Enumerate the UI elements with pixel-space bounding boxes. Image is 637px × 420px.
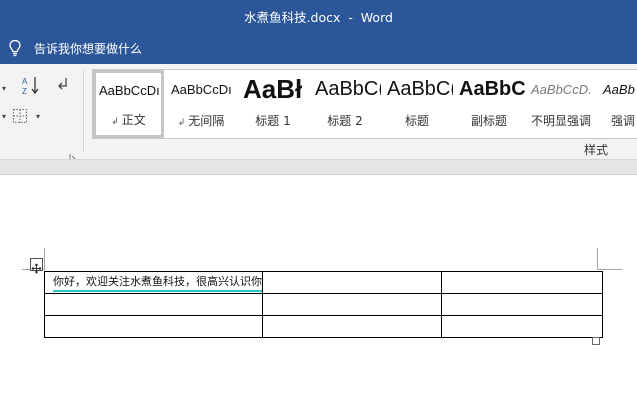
- style-preview: AaBbCcD.: [531, 82, 592, 97]
- lightbulb-icon: [7, 39, 23, 57]
- crop-mark: [597, 248, 598, 270]
- document-table: 你好，欢迎关注水煮鱼科技，很高兴认识你: [44, 271, 603, 338]
- table-row: [44, 293, 603, 316]
- style-label: ↲ 正文: [111, 113, 146, 127]
- svg-text:A: A: [22, 77, 28, 86]
- style-preview: AaBbC(: [315, 78, 381, 100]
- style-normal[interactable]: AaBbCcDı ↲ 正文: [93, 70, 164, 138]
- style-label: 不明显强调: [530, 114, 591, 128]
- table-cell[interactable]: [441, 315, 603, 338]
- borders-icon[interactable]: [12, 108, 28, 128]
- style-preview: AaBbCcDı: [99, 83, 160, 98]
- style-emphasis[interactable]: AaBb 强调: [597, 70, 637, 138]
- style-preview: AaBb: [603, 82, 635, 97]
- ribbon-bottom-bar: [0, 159, 637, 175]
- paragraph-mark-icon: ↲: [177, 118, 186, 128]
- style-label: 标题 2: [327, 114, 363, 128]
- cell-text: 你好，欢迎关注水煮鱼科技，很高兴认识你: [53, 274, 262, 292]
- group-divider: [83, 70, 84, 152]
- table-row: 你好，欢迎关注水煮鱼科技，很高兴认识你: [44, 271, 603, 294]
- show-marks-icon[interactable]: [55, 76, 71, 98]
- svg-text:Z: Z: [22, 87, 27, 96]
- style-heading-2[interactable]: AaBbC( 标题 2: [309, 70, 381, 138]
- sort-icon[interactable]: A Z: [20, 74, 42, 100]
- crop-mark: [598, 269, 622, 270]
- table-cell[interactable]: [262, 293, 442, 316]
- style-preview: AaBbC(: [459, 78, 525, 100]
- styles-gallery: AaBbCcDı ↲ 正文 AaBbCcDı ↲ 无间隔 AaBł 标题 1 AaB…: [92, 69, 637, 139]
- table-cell[interactable]: [441, 271, 603, 294]
- borders-dropdown-icon[interactable]: ▾: [36, 112, 40, 121]
- window-title: 水煮鱼科技.docx - Word: [244, 10, 393, 25]
- table-move-handle[interactable]: [30, 258, 43, 274]
- styles-group-label: 样式: [584, 143, 609, 157]
- dropdown-arrow-icon[interactable]: ▾: [2, 84, 6, 93]
- table-cell[interactable]: [262, 271, 442, 294]
- ribbon: ▾ A Z ▾ ▾ AaBbCcDı ↲ 正文 AaBbCcDı ↲ 无间隔 A…: [0, 64, 637, 161]
- crop-mark: [44, 248, 45, 270]
- style-label: 标题: [404, 114, 429, 128]
- move-arrows-icon: [31, 263, 42, 274]
- style-heading-1[interactable]: AaBł 标题 1: [237, 70, 309, 138]
- table-cell[interactable]: [262, 315, 442, 338]
- style-preview: AaBbCcDı: [171, 82, 232, 97]
- table-cell[interactable]: 你好，欢迎关注水煮鱼科技，很高兴认识你: [44, 271, 263, 294]
- style-label: 副标题: [470, 114, 507, 128]
- table-cell[interactable]: [44, 315, 263, 338]
- table-cell[interactable]: [44, 293, 263, 316]
- paragraph-mark-icon: ↲: [111, 117, 119, 127]
- style-label: ↲ 无间隔: [177, 114, 225, 128]
- table-resize-handle[interactable]: [592, 337, 600, 345]
- style-title[interactable]: AaBbC( 标题: [381, 70, 453, 138]
- tell-me-bar[interactable]: 告诉我你想要做什么: [0, 30, 637, 64]
- tell-me-text[interactable]: 告诉我你想要做什么: [34, 40, 142, 57]
- title-bar: 水煮鱼科技.docx - Word: [0, 0, 637, 30]
- style-label: 标题 1: [255, 114, 291, 128]
- style-no-spacing[interactable]: AaBbCcDı ↲ 无间隔: [165, 70, 237, 138]
- table-row: [44, 315, 603, 338]
- style-preview: AaBbC(: [387, 78, 453, 100]
- style-preview: AaBł: [243, 74, 303, 104]
- style-label: 强调: [611, 114, 636, 128]
- table-cell[interactable]: [441, 293, 603, 316]
- dialog-launcher-icon[interactable]: [69, 146, 77, 161]
- style-subtitle[interactable]: AaBbC( 副标题: [453, 70, 525, 138]
- dropdown-arrow-icon[interactable]: ▾: [2, 112, 6, 121]
- style-subtle-emphasis[interactable]: AaBbCcD. 不明显强调: [525, 70, 597, 138]
